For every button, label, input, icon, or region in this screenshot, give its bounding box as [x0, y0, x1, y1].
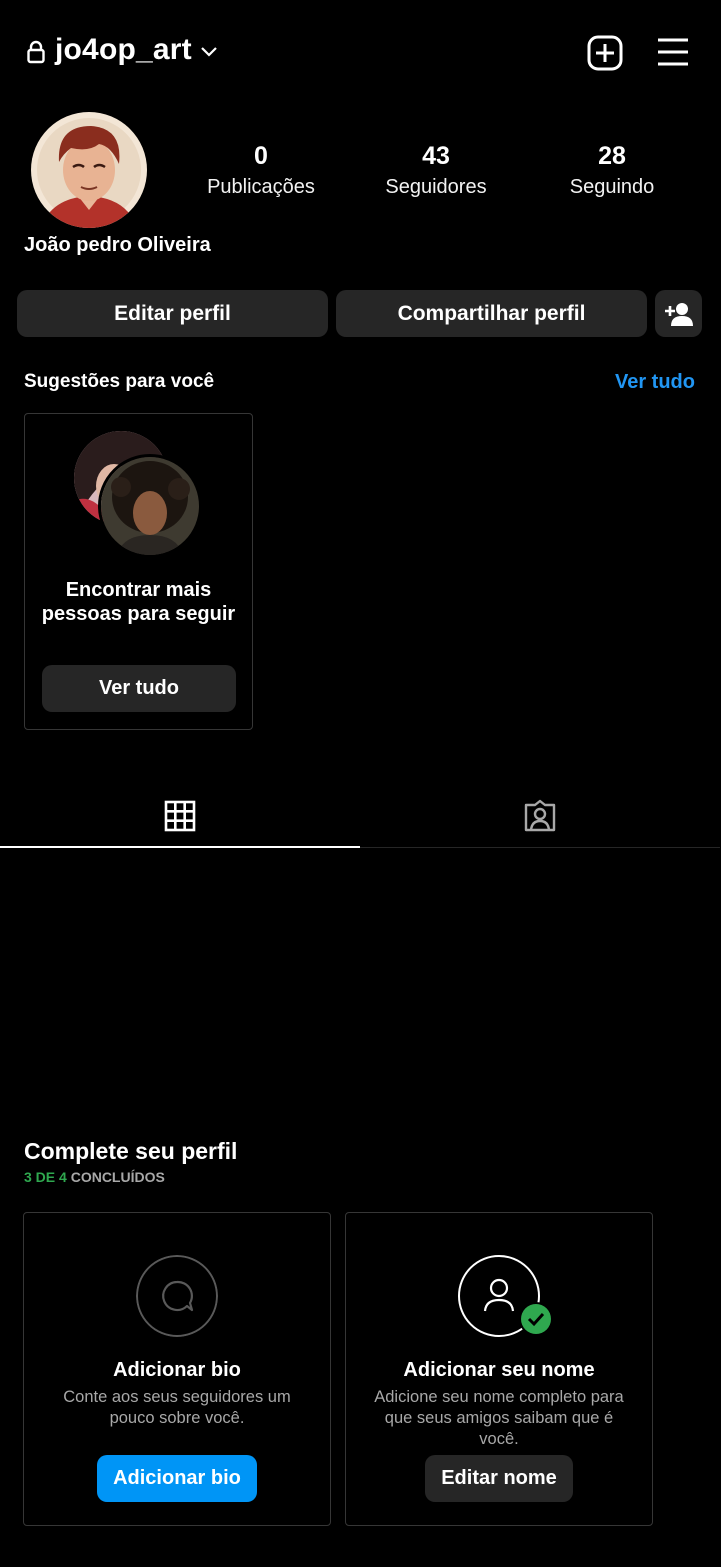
add-bio-card: Adicionar bio Conte aos seus seguidores …	[23, 1212, 331, 1526]
complete-profile-title: Complete seu perfil	[24, 1138, 238, 1164]
share-profile-button[interactable]: Compartilhar perfil	[336, 290, 647, 337]
add-bio-button[interactable]: Adicionar bio	[97, 1455, 257, 1502]
tab-posts-grid[interactable]	[0, 790, 360, 848]
stat-followers[interactable]: 43 Seguidores	[346, 140, 526, 202]
stat-posts: 0 Publicações	[171, 140, 351, 202]
discover-people-button[interactable]	[655, 290, 702, 337]
grid-icon	[164, 800, 196, 832]
add-name-card: Adicionar seu nome Adicione seu nome com…	[345, 1212, 653, 1526]
edit-profile-button[interactable]: Editar perfil	[17, 290, 328, 337]
edit-name-button[interactable]: Editar nome	[425, 1455, 573, 1502]
suggestion-card: Encontrar mais pessoas para seguir Ver t…	[24, 413, 253, 730]
stat-followers-label: Seguidores	[385, 176, 487, 198]
profile-full-name: João pedro Oliveira	[24, 234, 211, 256]
stat-posts-value: 0	[254, 142, 268, 170]
add-bio-title: Adicionar bio	[113, 1359, 241, 1381]
add-name-title: Adicionar seu nome	[403, 1359, 595, 1381]
add-person-icon	[665, 303, 693, 326]
stat-following[interactable]: 28 Seguindo	[522, 140, 702, 202]
hamburger-menu-icon[interactable]	[656, 36, 690, 68]
lock-icon	[27, 40, 45, 64]
suggestions-see-all-link[interactable]: Ver tudo	[615, 371, 695, 394]
suggestion-card-text: Encontrar mais pessoas para seguir	[41, 579, 236, 625]
suggestion-see-all-button[interactable]: Ver tudo	[42, 665, 236, 712]
top-bar: jo4op_art	[0, 0, 721, 105]
chevron-down-icon[interactable]	[198, 42, 220, 60]
stat-posts-label: Publicações	[207, 176, 315, 198]
suggestions-title: Sugestões para você	[24, 371, 215, 392]
plus-square-icon[interactable]	[586, 34, 624, 72]
suggested-user-avatar	[98, 454, 202, 558]
profile-avatar[interactable]	[31, 112, 147, 228]
progress-label: CONCLUÍDOS	[70, 1169, 165, 1185]
person-check-icon	[458, 1255, 553, 1337]
stat-followers-value: 43	[422, 142, 450, 170]
account-username[interactable]: jo4op_art	[55, 33, 192, 67]
stat-following-label: Seguindo	[569, 176, 655, 198]
complete-profile-progress: 3 DE 4 CONCLUÍDOS	[24, 1169, 165, 1185]
add-name-description: Adicione seu nome completo para que seus…	[374, 1388, 624, 1448]
tab-tagged[interactable]	[360, 790, 720, 848]
add-bio-description: Conte aos seus seguidores um pouco sobre…	[63, 1388, 291, 1427]
speech-bubble-icon	[136, 1255, 218, 1337]
tagged-person-icon	[524, 799, 556, 832]
progress-count: 3 DE 4	[24, 1169, 67, 1185]
stat-following-value: 28	[598, 142, 626, 170]
